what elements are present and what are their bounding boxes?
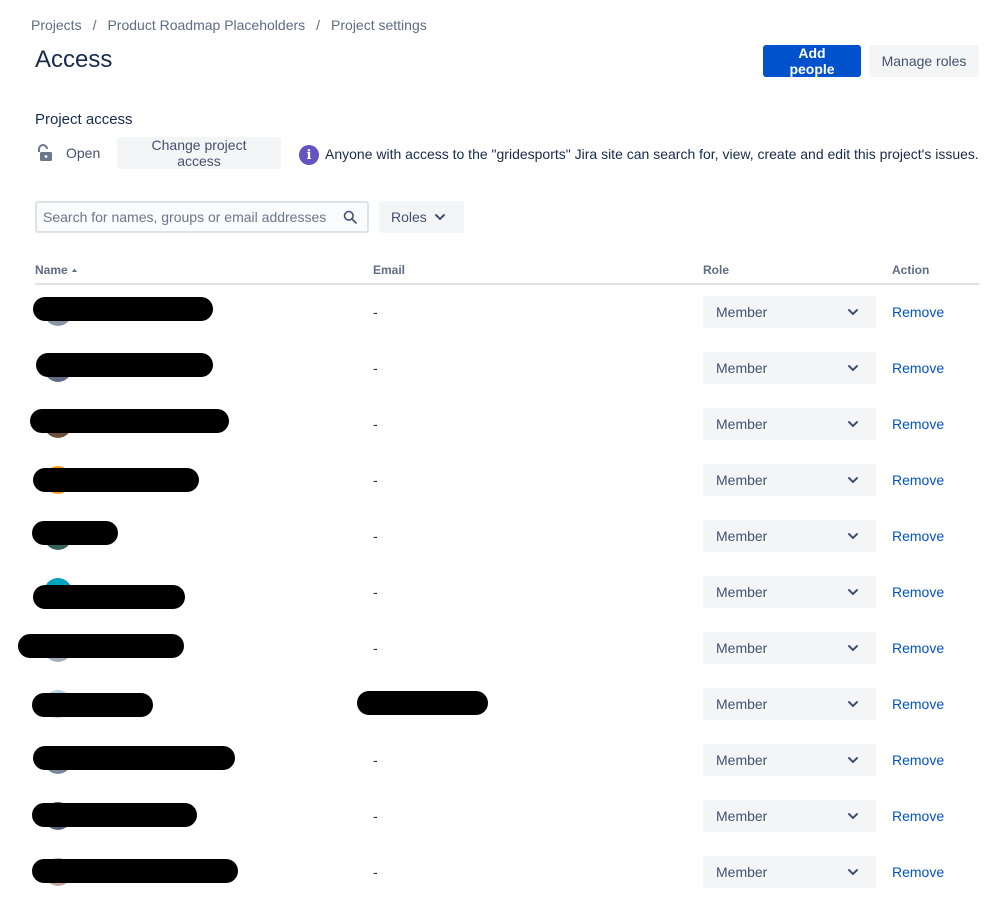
role-select-value: Member xyxy=(716,584,768,600)
roles-filter-button[interactable]: Roles xyxy=(379,201,464,233)
sort-ascending-icon xyxy=(72,268,78,272)
remove-link[interactable]: Remove xyxy=(892,864,944,880)
page-title: Access xyxy=(35,46,113,73)
email-cell: - xyxy=(373,584,378,600)
chevron-down-icon xyxy=(848,589,858,595)
role-select-value: Member xyxy=(716,360,768,376)
breadcrumb-settings[interactable]: Project settings xyxy=(331,17,427,33)
email-cell: - xyxy=(373,416,378,432)
breadcrumb-projects[interactable]: Projects xyxy=(31,17,82,33)
redaction-mark xyxy=(33,585,185,609)
project-access-title: Project access xyxy=(35,111,133,128)
remove-link[interactable]: Remove xyxy=(892,640,944,656)
email-cell: - xyxy=(373,864,378,880)
chevron-down-icon xyxy=(848,533,858,539)
role-select[interactable]: Member xyxy=(703,296,876,328)
chevron-down-icon xyxy=(435,214,445,220)
breadcrumb: Projects / Product Roadmap Placeholders … xyxy=(31,17,427,33)
chevron-down-icon xyxy=(848,309,858,315)
remove-link[interactable]: Remove xyxy=(892,416,944,432)
redaction-mark xyxy=(357,691,488,715)
chevron-down-icon xyxy=(848,645,858,651)
chevron-down-icon xyxy=(848,757,858,763)
redaction-mark xyxy=(30,409,229,433)
search-icon[interactable] xyxy=(343,210,357,224)
email-cell: - xyxy=(373,808,378,824)
breadcrumb-project[interactable]: Product Roadmap Placeholders xyxy=(107,17,305,33)
role-select[interactable]: Member xyxy=(703,520,876,552)
manage-roles-button[interactable]: Manage roles xyxy=(869,45,979,77)
redaction-mark xyxy=(18,634,184,658)
role-select[interactable]: Member xyxy=(703,408,876,440)
email-cell: - xyxy=(373,752,378,768)
email-cell: - xyxy=(373,304,378,320)
role-select-value: Member xyxy=(716,696,768,712)
redaction-mark xyxy=(32,859,238,883)
column-header-name[interactable]: Name xyxy=(35,263,78,277)
redaction-mark xyxy=(36,353,213,377)
remove-link[interactable]: Remove xyxy=(892,360,944,376)
chevron-down-icon xyxy=(848,477,858,483)
redaction-mark xyxy=(33,297,213,321)
role-select-value: Member xyxy=(716,304,768,320)
project-access-info: Anyone with access to the "gridesports" … xyxy=(325,146,979,162)
role-select-value: Member xyxy=(716,416,768,432)
add-people-button[interactable]: Add people xyxy=(763,45,861,77)
remove-link[interactable]: Remove xyxy=(892,304,944,320)
column-header-name-label: Name xyxy=(35,263,68,277)
role-select[interactable]: Member xyxy=(703,744,876,776)
role-select[interactable]: Member xyxy=(703,856,876,888)
chevron-down-icon xyxy=(848,813,858,819)
role-select-value: Member xyxy=(716,864,768,880)
people-search xyxy=(35,201,369,233)
role-select[interactable]: Member xyxy=(703,464,876,496)
remove-link[interactable]: Remove xyxy=(892,696,944,712)
email-cell: - xyxy=(373,640,378,656)
role-select-value: Member xyxy=(716,808,768,824)
project-access-row: Open xyxy=(38,137,120,169)
info-icon: i xyxy=(299,145,319,165)
redaction-mark xyxy=(32,521,118,545)
chevron-down-icon xyxy=(848,421,858,427)
table-row: - Member Remove xyxy=(0,508,991,564)
role-select-value: Member xyxy=(716,640,768,656)
role-select[interactable]: Member xyxy=(703,688,876,720)
chevron-down-icon xyxy=(848,365,858,371)
breadcrumb-separator: / xyxy=(316,17,321,33)
role-select[interactable]: Member xyxy=(703,632,876,664)
column-header-role: Role xyxy=(703,263,730,277)
column-header-action: Action xyxy=(892,263,930,277)
breadcrumb-separator: / xyxy=(92,17,97,33)
change-project-access-button[interactable]: Change project access xyxy=(117,137,281,169)
remove-link[interactable]: Remove xyxy=(892,528,944,544)
role-select-value: Member xyxy=(716,752,768,768)
redaction-mark xyxy=(33,468,199,492)
role-select[interactable]: Member xyxy=(703,576,876,608)
remove-link[interactable]: Remove xyxy=(892,584,944,600)
roles-filter-label: Roles xyxy=(391,209,427,225)
chevron-down-icon xyxy=(848,701,858,707)
role-select[interactable]: Member xyxy=(703,352,876,384)
redaction-mark xyxy=(32,693,153,717)
email-cell: - xyxy=(373,360,378,376)
column-header-email[interactable]: Email xyxy=(373,263,405,277)
role-select-value: Member xyxy=(716,472,768,488)
redaction-mark xyxy=(32,803,197,827)
role-select[interactable]: Member xyxy=(703,800,876,832)
redaction-mark xyxy=(33,746,235,770)
email-cell: - xyxy=(373,472,378,488)
search-input[interactable] xyxy=(37,209,339,225)
remove-link[interactable]: Remove xyxy=(892,752,944,768)
email-cell: - xyxy=(373,528,378,544)
remove-link[interactable]: Remove xyxy=(892,808,944,824)
chevron-down-icon xyxy=(848,869,858,875)
role-select-value: Member xyxy=(716,528,768,544)
access-status: Open xyxy=(66,145,101,161)
remove-link[interactable]: Remove xyxy=(892,472,944,488)
unlock-icon xyxy=(38,144,54,162)
